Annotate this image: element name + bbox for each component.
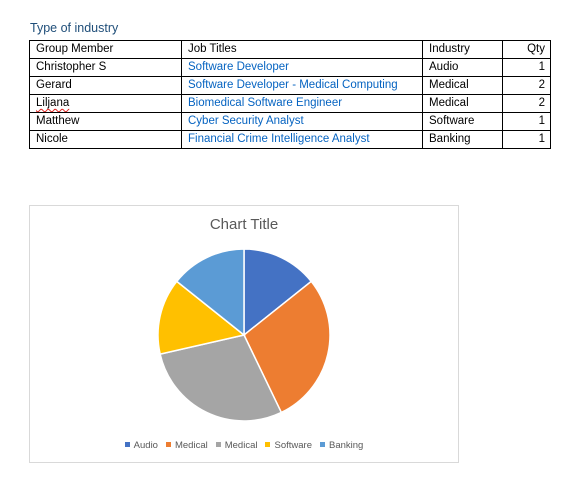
legend-item-audio[interactable]: Audio — [124, 440, 158, 451]
legend-swatch — [319, 442, 325, 447]
legend-label: Medical — [224, 440, 258, 451]
legend-item-banking[interactable]: Banking — [319, 440, 364, 451]
pie-chart-plot — [157, 248, 331, 422]
qty-cell[interactable]: 2 — [502, 76, 551, 95]
qty-cell[interactable]: 1 — [502, 58, 551, 77]
industry-cell[interactable]: Banking — [422, 130, 503, 149]
legend-label: Software — [274, 440, 312, 451]
member-cell[interactable]: Matthew — [29, 112, 182, 131]
legend-label: Medical — [174, 440, 208, 451]
table-row: Christopher S Software Developer Audio 1 — [29, 58, 551, 77]
legend-label: Audio — [133, 440, 158, 451]
table-header-row: Group Member Job Titles Industry Qty — [29, 40, 551, 59]
legend-item-medical[interactable]: Medical — [165, 440, 208, 451]
job-title-cell[interactable]: Software Developer — [181, 58, 423, 77]
legend-item-software[interactable]: Software — [265, 440, 312, 451]
industry-cell[interactable]: Medical — [422, 94, 503, 113]
industry-cell[interactable]: Audio — [422, 58, 503, 77]
member-cell[interactable]: Christopher S — [29, 58, 182, 77]
qty-cell[interactable]: 1 — [502, 112, 551, 131]
member-cell[interactable]: Nicole — [29, 130, 182, 149]
industry-cell[interactable]: Medical — [422, 76, 503, 95]
member-cell[interactable]: Liljana — [29, 94, 182, 113]
legend-swatch — [215, 442, 221, 447]
job-title-cell[interactable]: Cyber Security Analyst — [181, 112, 423, 131]
legend-label: Banking — [328, 440, 364, 451]
column-header-job-titles: Job Titles — [181, 40, 423, 59]
job-title-cell[interactable]: Financial Crime Intelligence Analyst — [181, 130, 423, 149]
table-row: Liljana Biomedical Software Engineer Med… — [29, 94, 551, 113]
table-row: Gerard Software Developer - Medical Comp… — [29, 76, 551, 95]
spellcheck-underlined-name: Liljana — [36, 97, 70, 109]
legend-swatch — [124, 442, 130, 447]
legend-swatch — [165, 442, 171, 447]
industry-cell[interactable]: Software — [422, 112, 503, 131]
job-title-cell[interactable]: Biomedical Software Engineer — [181, 94, 423, 113]
qty-cell[interactable]: 2 — [502, 94, 551, 113]
column-header-qty: Qty — [502, 40, 551, 59]
table-row: Matthew Cyber Security Analyst Software … — [29, 112, 551, 131]
legend-swatch — [265, 442, 271, 447]
chart-legend[interactable]: Audio Medical Medical Software Banking — [30, 440, 458, 451]
section-heading: Type of industry — [30, 21, 119, 35]
pie-chart[interactable]: Chart Title Audio Medical Medical Software B… — [29, 205, 459, 463]
qty-cell[interactable]: 1 — [502, 130, 551, 149]
column-header-industry: Industry — [422, 40, 503, 59]
table-row: Nicole Financial Crime Intelligence Anal… — [29, 130, 551, 149]
column-header-group-member: Group Member — [29, 40, 182, 59]
member-cell[interactable]: Gerard — [29, 76, 182, 95]
job-title-cell[interactable]: Software Developer - Medical Computing — [181, 76, 423, 95]
legend-item-medical[interactable]: Medical — [215, 440, 258, 451]
industry-table: Group Member Job Titles Industry Qty Chr… — [29, 40, 551, 149]
